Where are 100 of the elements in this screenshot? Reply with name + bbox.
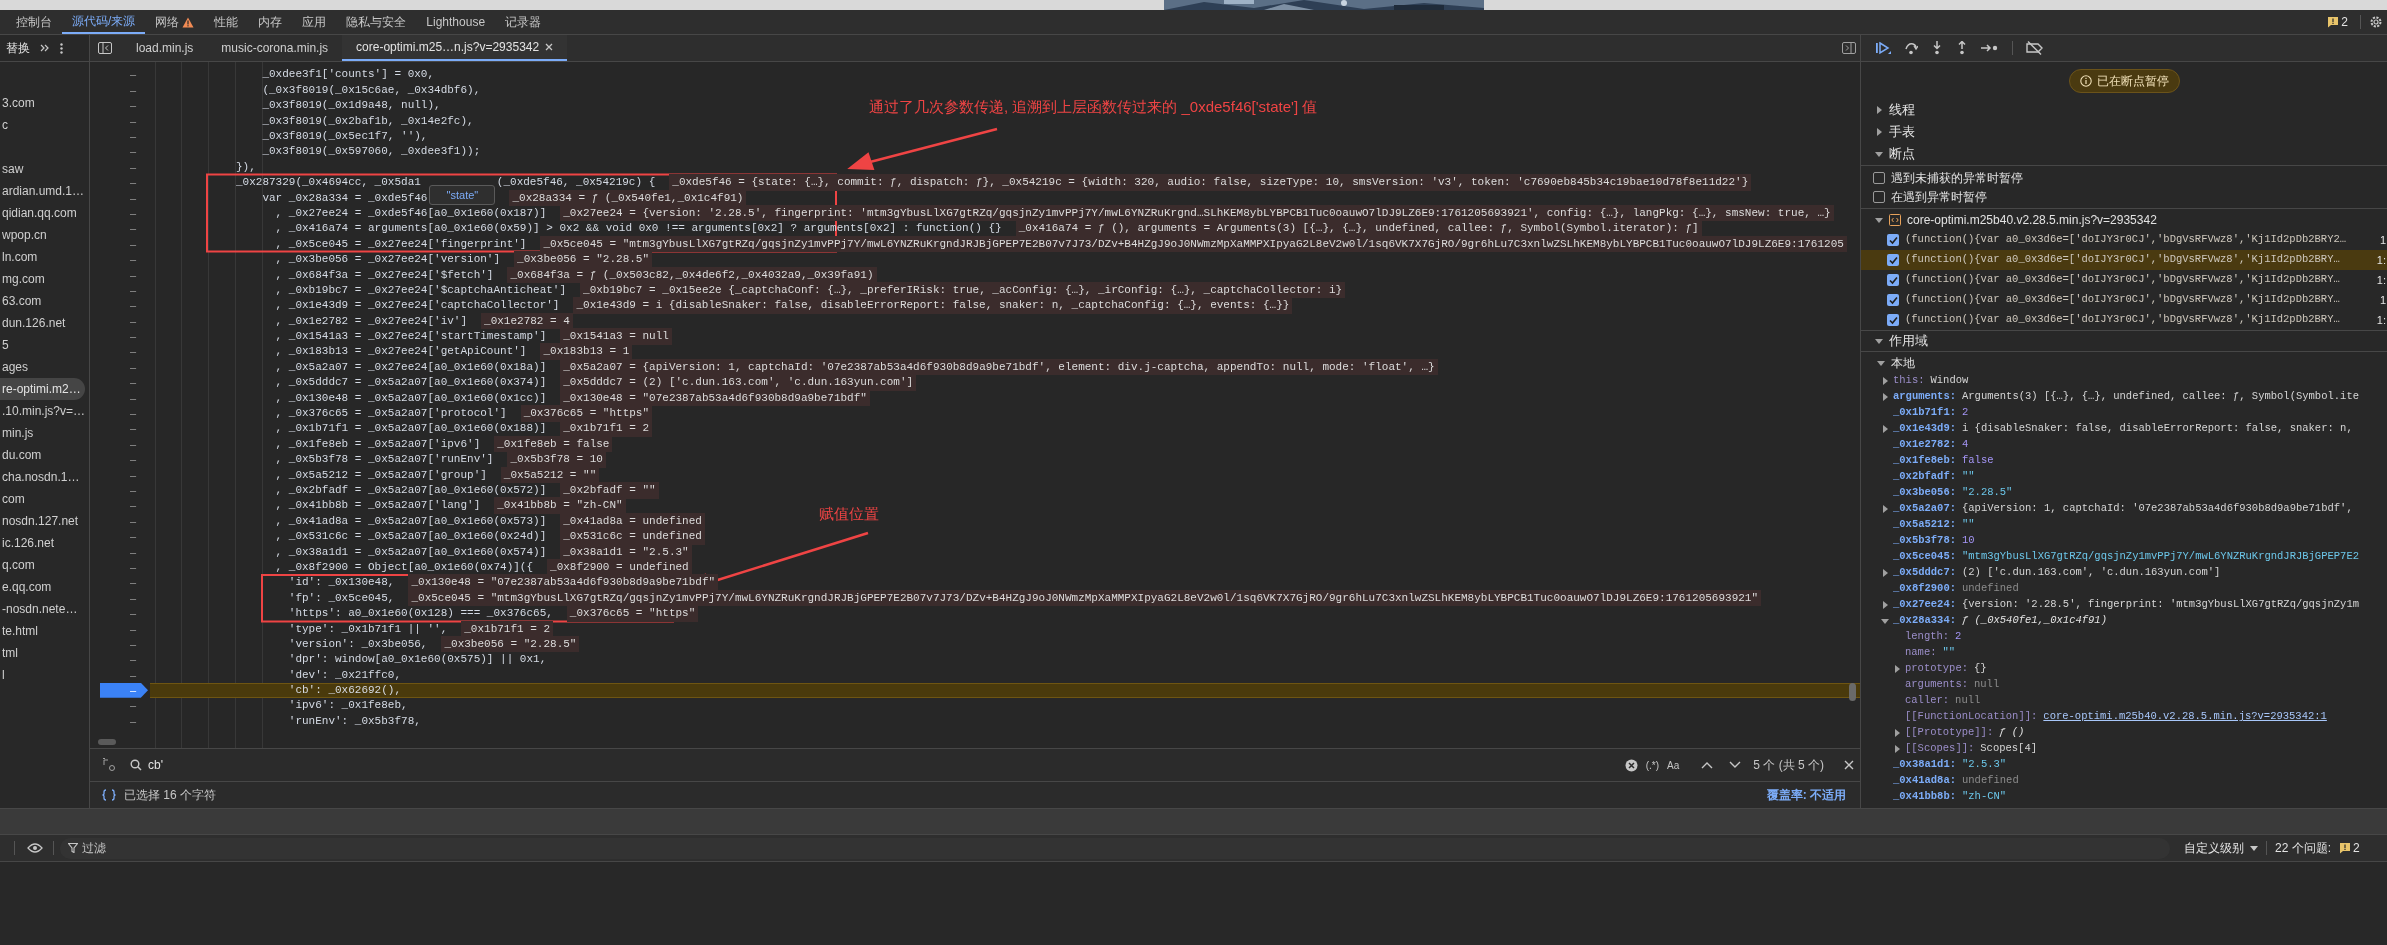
- file-tree-item[interactable]: te.html: [0, 620, 89, 642]
- eye-icon[interactable]: [27, 843, 43, 853]
- resume-icon[interactable]: [1875, 41, 1891, 55]
- checkbox[interactable]: [1887, 274, 1899, 286]
- scope-variable[interactable]: _0x1fe8eb: false: [1861, 453, 2387, 469]
- file-tree-item[interactable]: l: [0, 664, 89, 686]
- step-into-icon[interactable]: [1931, 41, 1943, 55]
- panel-tab[interactable]: 控制台: [6, 10, 62, 34]
- file-tree-item[interactable]: ln.com: [0, 246, 89, 268]
- scope-variable[interactable]: _0x27ee24: {version: '2.28.5', fingerprint: 'mtm3gYbusLlXG7gtRZq/gqsjnZy1m: [1861, 597, 2387, 613]
- scope-variable[interactable]: name: "": [1861, 645, 2387, 661]
- scope-variable[interactable]: _0x1e2782: 4: [1861, 437, 2387, 453]
- scope-variable[interactable]: _0x41bb8b: "zh-CN": [1861, 789, 2387, 805]
- file-tree-item[interactable]: com: [0, 488, 89, 510]
- match-case-toggle[interactable]: Aa: [1667, 757, 1680, 773]
- more-menu-icon[interactable]: [60, 42, 63, 54]
- scope-variable[interactable]: _0x38a1d1: "2.5.3": [1861, 757, 2387, 773]
- settings-icon[interactable]: [2369, 15, 2383, 29]
- variable-value[interactable]: core-optimi.m25b40.v2.28.5.min.js?v=2935342:1: [2043, 709, 2327, 725]
- close-icon[interactable]: [1844, 760, 1854, 770]
- regex-toggle[interactable]: (.*): [1645, 757, 1660, 773]
- debugger-toggle-icon[interactable]: [1842, 42, 1856, 54]
- panel-tab[interactable]: 记录器: [495, 10, 552, 34]
- step-out-icon[interactable]: [1956, 41, 1968, 55]
- file-tree-item[interactable]: 3.com: [0, 92, 89, 114]
- scope-variable[interactable]: _0x28a334: ƒ (_0x540fe1,_0x1c4f91): [1861, 613, 2387, 629]
- pane-header[interactable]: 作用域: [1861, 330, 2387, 352]
- file-tree-item[interactable]: du.com: [0, 444, 89, 466]
- collapsed-triangle-icon[interactable]: [1881, 601, 1889, 609]
- scope-variable[interactable]: _0x2bfadf: "": [1861, 469, 2387, 485]
- file-tree-item[interactable]: tml: [0, 642, 89, 664]
- breakpoint-row[interactable]: (function(){var a0_0x3d6e=['doIJY3r0CJ','bDgVsRFVwz8','Kj1Id2pDb2BRY… 1:: [1861, 310, 2387, 330]
- chevron-down-icon[interactable]: [1729, 761, 1742, 769]
- breakpoint-marker[interactable]: –: [100, 682, 148, 698]
- pane-header[interactable]: 断点: [1861, 143, 2387, 165]
- file-tree-item[interactable]: qidian.qq.com: [0, 202, 89, 224]
- breakpoint-file-header[interactable]: core-optimi.m25b40.v2.28.5.min.js?v=2935342: [1861, 208, 2387, 230]
- scope-variable[interactable]: arguments: Arguments(3) [{…}, {…}, undefined, callee: ƒ, Symbol(Symbol.ite: [1861, 389, 2387, 405]
- checkbox[interactable]: [1887, 234, 1899, 246]
- file-tree-item[interactable]: wpop.cn: [0, 224, 89, 246]
- scope-variable[interactable]: [[Prototype]]: ƒ (): [1861, 725, 2387, 741]
- file-tree-item[interactable]: .10.min.js?v=…: [0, 400, 89, 422]
- scope-variable[interactable]: _0x41ad8a: undefined: [1861, 773, 2387, 789]
- checkbox[interactable]: [1873, 190, 1885, 203]
- collapsed-triangle-icon[interactable]: [1893, 729, 1901, 737]
- file-tree-item[interactable]: re-optimi.m2…: [0, 378, 85, 400]
- scope-variable[interactable]: _0x1b71f1: 2: [1861, 405, 2387, 421]
- breakpoint-row[interactable]: (function(){var a0_0x3d6e=['doIJY3r0CJ','bDgVsRFVwz8','Kj1Id2pDb2BRY… 1:: [1861, 270, 2387, 290]
- file-tree-item[interactable]: saw: [0, 158, 89, 180]
- file-tree-item[interactable]: -nosdn.nete…: [0, 598, 89, 620]
- file-tree-item[interactable]: nosdn.127.net: [0, 510, 89, 532]
- scope-variable[interactable]: _0x5b3f78: 10: [1861, 533, 2387, 549]
- panel-tab[interactable]: Lighthouse: [416, 10, 496, 34]
- scrollbar-thumb[interactable]: [1849, 683, 1856, 701]
- file-tree-item[interactable]: ages: [0, 356, 89, 378]
- panel-tab[interactable]: 网络: [145, 10, 205, 34]
- chevron-up-icon[interactable]: [1701, 761, 1714, 769]
- file-tab[interactable]: load.min.js: [122, 35, 208, 61]
- pane-header[interactable]: 线程: [1861, 99, 2387, 121]
- file-tree-item[interactable]: ardian.umd.1…: [0, 180, 89, 202]
- collapsed-triangle-icon[interactable]: [1893, 745, 1901, 753]
- collapsed-triangle-icon[interactable]: [1881, 569, 1889, 577]
- panel-tab[interactable]: 隐私与安全: [336, 10, 417, 34]
- scope-variable[interactable]: this: Window: [1861, 373, 2387, 389]
- collapsed-triangle-icon[interactable]: [1881, 505, 1889, 513]
- scope-variable[interactable]: [[Scopes]]: Scopes[4]: [1861, 741, 2387, 757]
- replace-toggle-icon[interactable]: [102, 758, 116, 772]
- file-tree-item[interactable]: e.qq.com: [0, 576, 89, 598]
- checkbox[interactable]: [1887, 314, 1899, 326]
- expanded-triangle-icon[interactable]: [1881, 617, 1889, 625]
- scope-variable[interactable]: _0x5dddc7: (2) ['c.dun.163.com', 'c.dun.163yun.com']: [1861, 565, 2387, 581]
- step-over-icon[interactable]: [1904, 41, 1918, 55]
- checkbox[interactable]: [1887, 294, 1899, 306]
- scope-variable[interactable]: caller: null: [1861, 693, 2387, 709]
- sidebar-toggle-icon[interactable]: [98, 42, 112, 54]
- scope-variable[interactable]: length: 2: [1861, 629, 2387, 645]
- log-levels-dropdown[interactable]: 自定义级别: [2184, 839, 2258, 857]
- more-tabs-icon[interactable]: [40, 44, 50, 52]
- step-icon[interactable]: [1981, 43, 1999, 53]
- deactivate-breakpoints-icon[interactable]: [2026, 41, 2044, 55]
- issues-button[interactable]: 2: [2323, 13, 2352, 31]
- replace-tab[interactable]: 替换: [6, 39, 30, 57]
- pretty-print-icon[interactable]: [102, 789, 116, 801]
- collapsed-triangle-icon[interactable]: [1881, 425, 1889, 433]
- file-tree-item[interactable]: cha.nosdn.1…: [0, 466, 89, 488]
- collapsed-triangle-icon[interactable]: [1881, 377, 1889, 385]
- file-tree-item[interactable]: dun.126.net: [0, 312, 89, 334]
- breakpoint-row[interactable]: (function(){var a0_0x3d6e=['doIJY3r0CJ','bDgVsRFVwz8','Kj1Id2pDb2BRY… 1:: [1861, 250, 2387, 270]
- scope-variable[interactable]: _0x5a5212: "": [1861, 517, 2387, 533]
- pane-header[interactable]: 手表: [1861, 121, 2387, 143]
- checkbox[interactable]: [1887, 254, 1899, 266]
- file-tree-item[interactable]: 5: [0, 334, 89, 356]
- filter-field[interactable]: 过滤: [60, 837, 2170, 859]
- search-field[interactable]: cb': [148, 756, 1625, 774]
- scope-variable[interactable]: _0x5a2a07: {apiVersion: 1, captchaId: '07e2387ab53a4d6f930b8d9a9be71bdf',: [1861, 501, 2387, 517]
- coverage-status[interactable]: 覆盖率: 不适用: [1766, 786, 1846, 804]
- collapsed-triangle-icon[interactable]: [1893, 665, 1901, 673]
- file-tree-item[interactable]: q.com: [0, 554, 89, 576]
- file-tree-item[interactable]: ic.126.net: [0, 532, 89, 554]
- checkbox[interactable]: [1873, 171, 1885, 184]
